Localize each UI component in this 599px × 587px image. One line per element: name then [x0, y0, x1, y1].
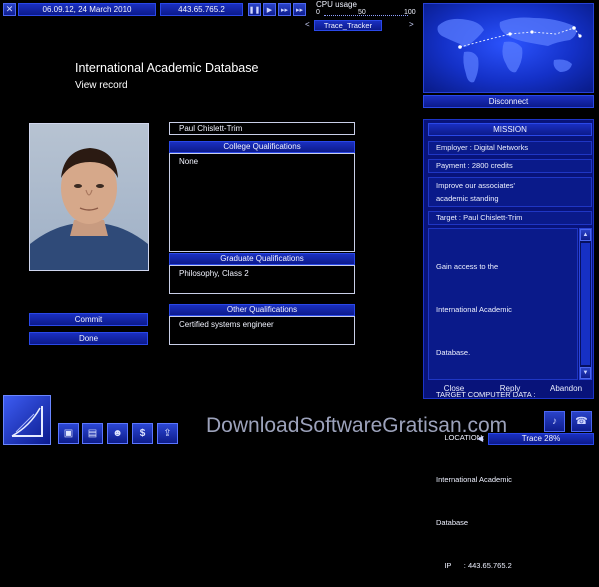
mission-goal-line2: academic standing — [436, 194, 499, 203]
cpu-scale-min: 0 — [316, 9, 320, 16]
graduate-qualifications-field[interactable]: Philosophy, Class 2 — [169, 265, 355, 294]
mission-header: MISSION — [428, 123, 592, 136]
mission-detail-line: Database. — [436, 347, 471, 357]
fast-forward-icon[interactable]: ▸▸ — [278, 3, 291, 16]
datetime-display: 06.09.12, 24 March 2010 — [18, 3, 156, 16]
close-icon[interactable]: ✕ — [3, 3, 16, 16]
mission-target: Target : Paul Chislett-Trim — [428, 211, 592, 225]
memory-icon[interactable]: ▣ — [58, 423, 79, 444]
cpu-scale-max: 100 — [404, 9, 416, 16]
done-button[interactable]: Done — [29, 332, 148, 345]
graduate-qualifications-header: Graduate Qualifications — [169, 253, 355, 265]
cpu-scale-mid: 50 — [358, 9, 366, 16]
college-qualifications-field[interactable]: None — [169, 153, 355, 252]
cpu-scale-dots — [324, 15, 408, 16]
other-qualifications-field[interactable]: Certified systems engineer — [169, 316, 355, 345]
upload-icon[interactable]: ⇪ — [157, 423, 178, 444]
mission-payment: Payment : 2800 credits — [428, 159, 592, 173]
cpu-usage-scale: 0 50 100 — [316, 9, 420, 19]
mission-details: Gain access to the International Academi… — [428, 228, 578, 570]
name-field[interactable]: Paul Chislett-Trim — [169, 122, 355, 135]
mission-detail-line: Database — [436, 518, 469, 528]
mission-scrollbar[interactable]: ▲ ▼ — [579, 228, 592, 380]
mission-detail-line: International Academic — [436, 475, 512, 485]
watermark: DownloadSoftwareGratisan.com — [206, 414, 508, 437]
running-program-trace-tracker[interactable]: Trace_Tracker — [314, 20, 382, 31]
cpu-usage-label: CPU usage — [316, 0, 357, 9]
chevron-right-icon[interactable]: > — [409, 20, 414, 29]
sound-icon[interactable]: ♪ — [544, 411, 565, 432]
mission-abandon-button[interactable]: Abandon — [538, 384, 594, 393]
mission-goal-line1: Improve our associates' — [436, 181, 515, 190]
people-icon[interactable]: ☻ — [107, 423, 128, 444]
page-title: International Academic Database — [75, 61, 259, 75]
play-icon[interactable]: ▶ — [263, 3, 276, 16]
target-photo — [29, 123, 149, 271]
communications-icon[interactable]: ☎ — [571, 411, 592, 432]
fastest-forward-icon[interactable]: ▸▸ — [293, 3, 306, 16]
mission-detail-line: International Academic — [436, 305, 512, 315]
system-icon[interactable] — [3, 395, 51, 445]
world-map[interactable] — [423, 3, 594, 93]
college-qualifications-header: College Qualifications — [169, 141, 355, 153]
trace-speaker-icon: ◀ — [477, 434, 484, 443]
person-portrait-icon — [30, 148, 148, 270]
pause-icon[interactable]: ❚❚ — [248, 3, 261, 16]
local-ip-display: 443.65.765.2 — [160, 3, 243, 16]
mission-employer: Employer : Digital Networks — [428, 141, 592, 155]
scroll-thumb[interactable] — [581, 243, 590, 365]
mission-reply-button[interactable]: Reply — [484, 384, 536, 393]
mission-detail-line: IP : 443.65.765.2 — [436, 560, 512, 570]
page-subtitle: View record — [75, 80, 128, 91]
system-logo-graphic — [11, 406, 43, 437]
world-map-graphic — [437, 17, 582, 83]
trace-progress: Trace 28% — [488, 433, 594, 445]
other-qualifications-header: Other Qualifications — [169, 304, 355, 316]
dollar-icon[interactable]: $ — [132, 423, 153, 444]
disk-icon[interactable]: ▤ — [82, 423, 103, 444]
mission-close-button[interactable]: Close — [428, 384, 480, 393]
scroll-up-icon[interactable]: ▲ — [580, 229, 591, 241]
mission-goal: Improve our associates' academic standin… — [428, 177, 592, 207]
scroll-down-icon[interactable]: ▼ — [580, 367, 591, 379]
chevron-left-icon[interactable]: < — [305, 20, 310, 29]
commit-button[interactable]: Commit — [29, 313, 148, 326]
mission-detail-line: Gain access to the — [436, 262, 499, 272]
disconnect-button[interactable]: Disconnect — [423, 95, 594, 108]
